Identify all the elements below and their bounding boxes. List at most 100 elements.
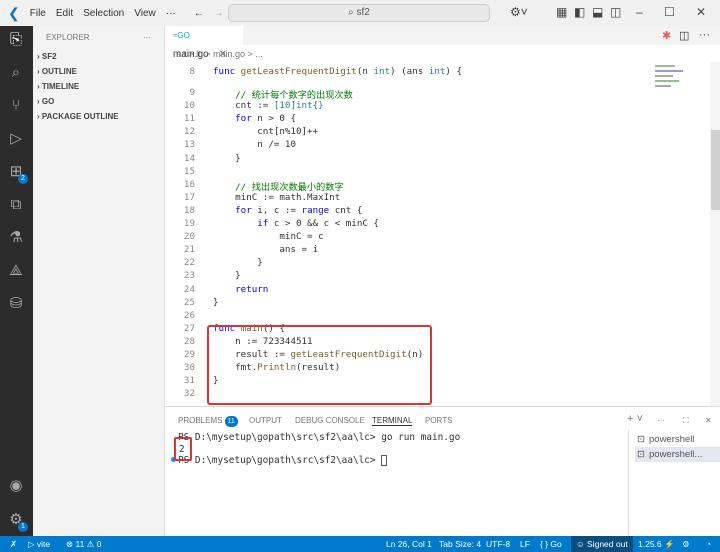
code-line[interactable]: } [213, 297, 219, 308]
code-line[interactable]: } [213, 153, 241, 164]
language-mode[interactable]: { } Go [540, 539, 562, 549]
panel-more-icon[interactable]: ··· [657, 416, 665, 425]
editor-more-icon[interactable]: ··· [699, 29, 710, 41]
explorer-icon[interactable]: ⎘ [6, 30, 26, 50]
code-line[interactable]: for n > 0 { [213, 113, 296, 124]
code-line[interactable]: minC := math.MaxInt [213, 192, 340, 203]
maximize-icon[interactable]: ☐ [664, 5, 675, 19]
editor-scrollbar[interactable] [710, 62, 720, 406]
tab-size[interactable]: Tab Size: 4 [439, 539, 481, 549]
account-icon[interactable]: ◉ [6, 476, 26, 496]
code-token: cnt := [213, 100, 274, 112]
encoding[interactable]: UTF-8 [486, 539, 510, 549]
section-sf2[interactable]: › SF2 [37, 52, 57, 61]
menu-file[interactable]: File [30, 8, 46, 19]
code-line[interactable]: cnt[n%10]++ [213, 126, 318, 137]
minimap[interactable] [655, 62, 695, 112]
line-number: 27 [183, 322, 195, 334]
close-icon[interactable]: ✕ [696, 5, 706, 19]
code-line[interactable]: // 统计每个数字的出现次数 [213, 87, 353, 101]
code-line[interactable]: } [213, 257, 263, 268]
code-line[interactable]: if c > 0 && c < minC { [213, 218, 379, 229]
tab-terminal[interactable]: TERMINAL [372, 416, 413, 426]
remote-icon[interactable]: ⧉ [6, 195, 26, 215]
line-number: 24 [183, 283, 195, 295]
code-token: cnt[n%10]++ [213, 126, 319, 138]
tab-problems[interactable]: PROBLEMS 11 [178, 416, 238, 427]
copilot-status-icon[interactable]: ⚙ [682, 539, 690, 550]
code-token: c > 0 && c < minC { [268, 218, 379, 229]
code-token: int [428, 66, 446, 77]
code-token: func [213, 66, 241, 77]
tab-main-go[interactable]: ≈GO main.go ✕ [165, 26, 243, 60]
code-line[interactable]: cnt := [10]int{} [213, 100, 324, 111]
toggle-panel-icon[interactable]: ⬓ [592, 5, 603, 19]
signed-out-status[interactable]: ☺ Signed out [571, 536, 633, 552]
scrollbar-thumb[interactable] [711, 130, 720, 210]
code-line[interactable]: return [213, 284, 268, 295]
run-debug-icon[interactable]: ▷ [6, 129, 26, 149]
split-editor-icon[interactable]: ◫ [679, 29, 689, 42]
tab-debug-console[interactable]: DEBUG CONSOLE [295, 416, 365, 425]
menu-selection[interactable]: Selection [83, 8, 124, 19]
source-control-icon[interactable]: ⑂ [6, 96, 26, 116]
line-ending[interactable]: LF [520, 539, 530, 549]
menu-more[interactable]: ··· [166, 8, 176, 19]
tab-output[interactable]: OUTPUT [249, 416, 282, 425]
section-outline[interactable]: › OUTLINE [37, 67, 77, 76]
notifications-icon[interactable]: ◔ [706, 539, 711, 549]
section-package-outline[interactable]: › PACKAGE OUTLINE [37, 112, 119, 121]
line-number: 31 [183, 375, 195, 387]
vite-status[interactable]: ▷ vite [28, 539, 50, 550]
section-go[interactable]: › GO [37, 97, 54, 106]
minimize-icon[interactable]: – [636, 5, 643, 19]
copilot-icon[interactable]: ⚙˅ [510, 5, 528, 19]
layout-icon[interactable]: ▦ [556, 5, 567, 19]
more-actions-icon[interactable]: ··· [143, 33, 151, 42]
code-line[interactable]: for i, c := range cnt { [213, 205, 362, 216]
close-panel-icon[interactable]: ✕ [705, 416, 712, 425]
terminal-icon: ⊡ [637, 434, 645, 445]
remote-indicator-icon[interactable]: ✗ [10, 539, 17, 550]
code-token: } [213, 152, 241, 164]
section-timeline[interactable]: › TIMELINE [37, 82, 79, 91]
line-number: 14 [183, 152, 195, 164]
code-line[interactable]: // 找出现次数最小的数字 [213, 179, 343, 193]
terminal-prompt[interactable]: PS D:\mysetup\gopath\src\sf2\aa\lc> [178, 455, 388, 466]
breadcrumb[interactable]: aa > lc > main.go > ... [176, 49, 263, 59]
forward-icon[interactable]: → [214, 8, 224, 19]
code-line[interactable]: } [213, 270, 241, 281]
command-center-search[interactable]: ⌕ sf2 [228, 4, 490, 22]
tab-ports[interactable]: PORTS [425, 416, 452, 425]
testing-icon[interactable]: ⚗ [6, 228, 26, 248]
line-number: 16 [183, 178, 195, 190]
debug-icon[interactable]: ✱ [662, 29, 671, 42]
toggle-sidebar-icon[interactable]: ◧ [574, 5, 585, 19]
code-token: for [213, 204, 252, 216]
code-line[interactable]: minC = c [213, 231, 323, 242]
menu-view[interactable]: View [134, 8, 156, 19]
go-icon[interactable]: ⟁ [6, 261, 26, 281]
cursor-position[interactable]: Ln 26, Col 1 [386, 539, 432, 549]
database-icon[interactable]: ⛁ [6, 294, 26, 314]
problems-status[interactable]: ⊗ 11 ⚠ 0 [66, 539, 101, 550]
maximize-panel-icon[interactable]: ⛶ [683, 416, 689, 426]
terminal-item[interactable]: ⊡ powershell [635, 432, 720, 447]
toggle-secondary-sidebar-icon[interactable]: ◫ [610, 5, 621, 19]
go-version[interactable]: 1.25.6 ⚡ [638, 539, 675, 550]
line-number: 30 [183, 362, 195, 374]
code-line[interactable]: n /= 10 [213, 139, 296, 150]
terminal-item-active[interactable]: ⊡ powershell... [635, 447, 720, 462]
code-line[interactable]: func getLeastFrequentDigit(n int) (ans i… [213, 66, 462, 77]
editor-tab-bar: ≈GO main.go ✕ ✱ ◫ ··· [165, 26, 720, 60]
settings-gear-icon[interactable]: ⚙ 1 [6, 510, 28, 532]
code-token: if [213, 218, 269, 229]
menu-edit[interactable]: Edit [56, 8, 73, 19]
new-terminal-icon[interactable]: + ˅ [627, 413, 643, 425]
highlight-box-output [174, 437, 192, 461]
search-icon[interactable]: ⌕ [6, 63, 26, 83]
back-icon[interactable]: ← [194, 8, 204, 19]
extensions-icon[interactable]: ⊞ 2 [6, 162, 28, 184]
code-line[interactable]: ans = i [213, 244, 318, 255]
line-number: 10 [183, 100, 195, 112]
